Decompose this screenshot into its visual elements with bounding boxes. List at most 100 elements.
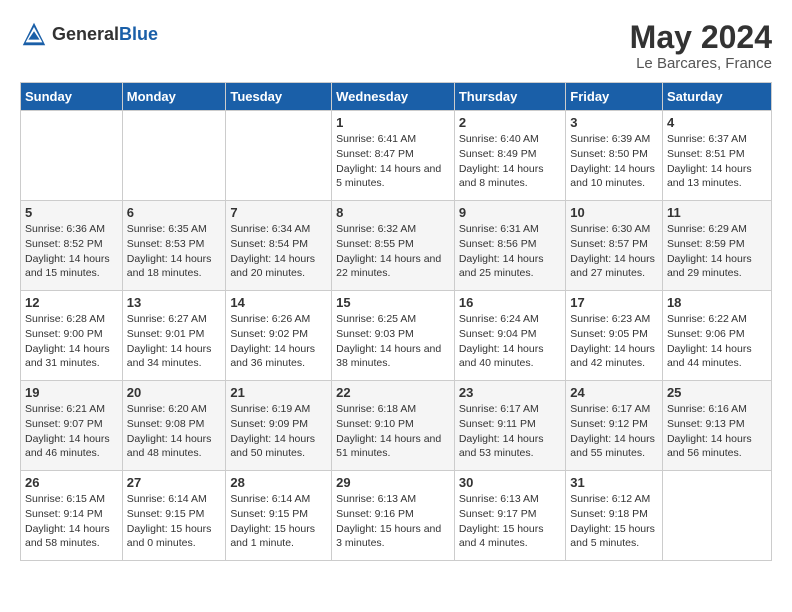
calendar-cell bbox=[122, 111, 226, 201]
main-title: May 2024 bbox=[630, 20, 772, 55]
calendar-cell: 12 Sunrise: 6:28 AM Sunset: 9:00 PM Dayli… bbox=[21, 291, 123, 381]
day-number: 18 bbox=[667, 295, 767, 310]
calendar-cell: 22Sunrise: 6:18 AM Sunset: 9:10 PM Dayli… bbox=[332, 381, 455, 471]
day-info: Sunrise: 6:40 AM Sunset: 8:49 PM Dayligh… bbox=[459, 132, 561, 191]
calendar-cell: 5 Sunrise: 6:36 AM Sunset: 8:52 PM Daylig… bbox=[21, 201, 123, 291]
calendar-cell: 4 Sunrise: 6:37 AM Sunset: 8:51 PM Daylig… bbox=[662, 111, 771, 201]
day-number: 15 bbox=[336, 295, 450, 310]
day-info: Sunrise: 6:21 AM Sunset: 9:07 PM Dayligh… bbox=[25, 402, 118, 461]
subtitle: Le Barcares, France bbox=[630, 55, 772, 72]
calendar-cell: 26 Sunrise: 6:15 AM Sunset: 9:14 PM Dayli… bbox=[21, 471, 123, 561]
day-info: Sunrise: 6:19 AM Sunset: 9:09 PM Dayligh… bbox=[230, 402, 327, 461]
calendar-cell: 30Sunrise: 6:13 AM Sunset: 9:17 PM Dayli… bbox=[454, 471, 565, 561]
calendar-cell: 29 Sunrise: 6:13 AM Sunset: 9:16 PM Dayli… bbox=[332, 471, 455, 561]
calendar-cell: 14 Sunrise: 6:26 AM Sunset: 9:02 PM Dayli… bbox=[226, 291, 332, 381]
day-info: Sunrise: 6:13 AM Sunset: 9:16 PM Dayligh… bbox=[336, 492, 450, 551]
calendar-cell: 8 Sunrise: 6:32 AM Sunset: 8:55 PM Daylig… bbox=[332, 201, 455, 291]
header: GeneralBlue May 2024 Le Barcares, France bbox=[20, 20, 772, 72]
day-number: 10 bbox=[570, 205, 658, 220]
day-info: Sunrise: 6:28 AM Sunset: 9:00 PM Dayligh… bbox=[25, 312, 118, 371]
day-info: Sunrise: 6:27 AM Sunset: 9:01 PM Dayligh… bbox=[127, 312, 222, 371]
day-info: Sunrise: 6:12 AM Sunset: 9:18 PM Dayligh… bbox=[570, 492, 658, 551]
day-number: 14 bbox=[230, 295, 327, 310]
logo-icon bbox=[20, 20, 48, 48]
calendar-cell: 13Sunrise: 6:27 AM Sunset: 9:01 PM Dayli… bbox=[122, 291, 226, 381]
day-number: 23 bbox=[459, 385, 561, 400]
day-info: Sunrise: 6:34 AM Sunset: 8:54 PM Dayligh… bbox=[230, 222, 327, 281]
day-number: 27 bbox=[127, 475, 222, 490]
day-number: 30 bbox=[459, 475, 561, 490]
day-number: 4 bbox=[667, 115, 767, 130]
day-number: 11 bbox=[667, 205, 767, 220]
day-info: Sunrise: 6:37 AM Sunset: 8:51 PM Dayligh… bbox=[667, 132, 767, 191]
day-info: Sunrise: 6:24 AM Sunset: 9:04 PM Dayligh… bbox=[459, 312, 561, 371]
calendar-cell: 2 Sunrise: 6:40 AM Sunset: 8:49 PM Daylig… bbox=[454, 111, 565, 201]
day-number: 31 bbox=[570, 475, 658, 490]
day-number: 1 bbox=[336, 115, 450, 130]
day-number: 21 bbox=[230, 385, 327, 400]
title-area: May 2024 Le Barcares, France bbox=[630, 20, 772, 72]
day-number: 19 bbox=[25, 385, 118, 400]
calendar-week-row: 1 Sunrise: 6:41 AM Sunset: 8:47 PM Daylig… bbox=[21, 111, 772, 201]
day-info: Sunrise: 6:41 AM Sunset: 8:47 PM Dayligh… bbox=[336, 132, 450, 191]
day-number: 29 bbox=[336, 475, 450, 490]
calendar-cell: 9 Sunrise: 6:31 AM Sunset: 8:56 PM Daylig… bbox=[454, 201, 565, 291]
day-number: 6 bbox=[127, 205, 222, 220]
day-number: 24 bbox=[570, 385, 658, 400]
calendar-cell: 3Sunrise: 6:39 AM Sunset: 8:50 PM Daylig… bbox=[566, 111, 663, 201]
logo-text-general: General bbox=[52, 24, 119, 44]
calendar-cell: 7Sunrise: 6:34 AM Sunset: 8:54 PM Daylig… bbox=[226, 201, 332, 291]
day-number: 20 bbox=[127, 385, 222, 400]
calendar-cell bbox=[226, 111, 332, 201]
day-info: Sunrise: 6:18 AM Sunset: 9:10 PM Dayligh… bbox=[336, 402, 450, 461]
calendar-cell: 19 Sunrise: 6:21 AM Sunset: 9:07 PM Dayli… bbox=[21, 381, 123, 471]
header-cell-friday: Friday bbox=[566, 83, 663, 111]
calendar-cell: 18Sunrise: 6:22 AM Sunset: 9:06 PM Dayli… bbox=[662, 291, 771, 381]
day-info: Sunrise: 6:29 AM Sunset: 8:59 PM Dayligh… bbox=[667, 222, 767, 281]
header-cell-sunday: Sunday bbox=[21, 83, 123, 111]
day-info: Sunrise: 6:17 AM Sunset: 9:11 PM Dayligh… bbox=[459, 402, 561, 461]
day-info: Sunrise: 6:36 AM Sunset: 8:52 PM Dayligh… bbox=[25, 222, 118, 281]
calendar-cell: 20 Sunrise: 6:20 AM Sunset: 9:08 PM Dayli… bbox=[122, 381, 226, 471]
day-number: 8 bbox=[336, 205, 450, 220]
day-number: 5 bbox=[25, 205, 118, 220]
calendar-week-row: 12 Sunrise: 6:28 AM Sunset: 9:00 PM Dayli… bbox=[21, 291, 772, 381]
day-number: 16 bbox=[459, 295, 561, 310]
day-number: 26 bbox=[25, 475, 118, 490]
calendar-week-row: 5 Sunrise: 6:36 AM Sunset: 8:52 PM Daylig… bbox=[21, 201, 772, 291]
calendar-cell: 21 Sunrise: 6:19 AM Sunset: 9:09 PM Dayli… bbox=[226, 381, 332, 471]
calendar-week-row: 26 Sunrise: 6:15 AM Sunset: 9:14 PM Dayli… bbox=[21, 471, 772, 561]
day-number: 12 bbox=[25, 295, 118, 310]
day-info: Sunrise: 6:15 AM Sunset: 9:14 PM Dayligh… bbox=[25, 492, 118, 551]
day-info: Sunrise: 6:20 AM Sunset: 9:08 PM Dayligh… bbox=[127, 402, 222, 461]
header-cell-tuesday: Tuesday bbox=[226, 83, 332, 111]
header-cell-thursday: Thursday bbox=[454, 83, 565, 111]
day-info: Sunrise: 6:25 AM Sunset: 9:03 PM Dayligh… bbox=[336, 312, 450, 371]
day-info: Sunrise: 6:30 AM Sunset: 8:57 PM Dayligh… bbox=[570, 222, 658, 281]
calendar-cell: 1 Sunrise: 6:41 AM Sunset: 8:47 PM Daylig… bbox=[332, 111, 455, 201]
calendar-cell: 27Sunrise: 6:14 AM Sunset: 9:15 PM Dayli… bbox=[122, 471, 226, 561]
calendar-cell: 28 Sunrise: 6:14 AM Sunset: 9:15 PM Dayli… bbox=[226, 471, 332, 561]
day-number: 25 bbox=[667, 385, 767, 400]
day-number: 3 bbox=[570, 115, 658, 130]
header-cell-saturday: Saturday bbox=[662, 83, 771, 111]
day-info: Sunrise: 6:31 AM Sunset: 8:56 PM Dayligh… bbox=[459, 222, 561, 281]
logo-text-blue: Blue bbox=[119, 24, 158, 44]
day-info: Sunrise: 6:26 AM Sunset: 9:02 PM Dayligh… bbox=[230, 312, 327, 371]
day-info: Sunrise: 6:17 AM Sunset: 9:12 PM Dayligh… bbox=[570, 402, 658, 461]
calendar-header-row: SundayMondayTuesdayWednesdayThursdayFrid… bbox=[21, 83, 772, 111]
day-info: Sunrise: 6:14 AM Sunset: 9:15 PM Dayligh… bbox=[230, 492, 327, 551]
calendar-cell: 25 Sunrise: 6:16 AM Sunset: 9:13 PM Dayli… bbox=[662, 381, 771, 471]
calendar-cell: 10 Sunrise: 6:30 AM Sunset: 8:57 PM Dayli… bbox=[566, 201, 663, 291]
day-number: 2 bbox=[459, 115, 561, 130]
header-cell-monday: Monday bbox=[122, 83, 226, 111]
day-info: Sunrise: 6:16 AM Sunset: 9:13 PM Dayligh… bbox=[667, 402, 767, 461]
calendar-cell: 23 Sunrise: 6:17 AM Sunset: 9:11 PM Dayli… bbox=[454, 381, 565, 471]
day-number: 28 bbox=[230, 475, 327, 490]
day-number: 9 bbox=[459, 205, 561, 220]
header-cell-wednesday: Wednesday bbox=[332, 83, 455, 111]
calendar-cell: 31 Sunrise: 6:12 AM Sunset: 9:18 PM Dayli… bbox=[566, 471, 663, 561]
calendar-cell: 11 Sunrise: 6:29 AM Sunset: 8:59 PM Dayli… bbox=[662, 201, 771, 291]
day-number: 17 bbox=[570, 295, 658, 310]
day-info: Sunrise: 6:32 AM Sunset: 8:55 PM Dayligh… bbox=[336, 222, 450, 281]
